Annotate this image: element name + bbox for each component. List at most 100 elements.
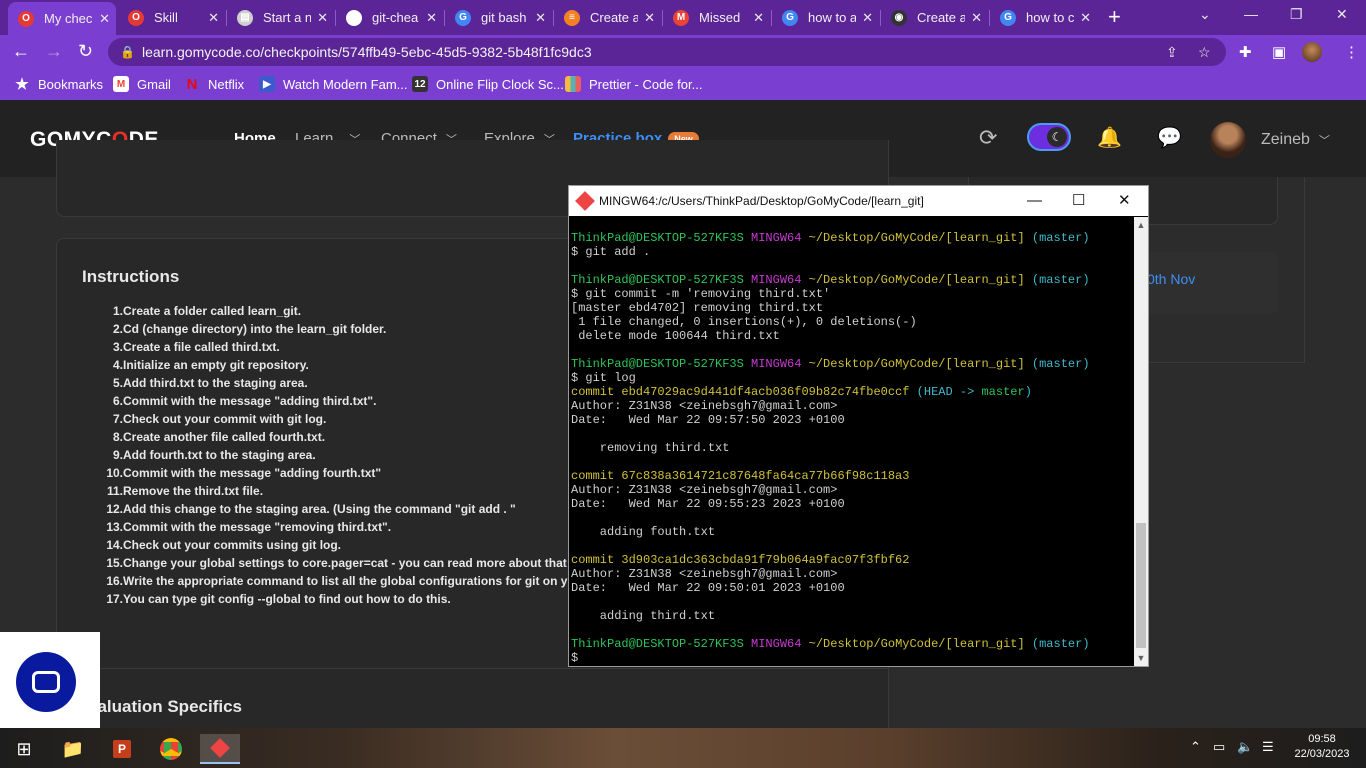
prompt-env: MINGW64	[751, 273, 802, 287]
support-chat-widget	[0, 632, 100, 728]
bookmark-gmail[interactable]: M Gmail	[113, 76, 171, 92]
scroll-up-icon[interactable]: ▲	[1136, 220, 1146, 230]
browser-tab[interactable]: ▤ Start a n ✕	[227, 4, 334, 31]
file-explorer-icon[interactable]: 📁	[53, 734, 93, 764]
bookmark-star-icon[interactable]: ☆	[1198, 38, 1211, 66]
chat-icon[interactable]: 💬	[1157, 125, 1182, 150]
prompt-branch: (master)	[1031, 273, 1090, 287]
bookmark-modern-family[interactable]: ▶ Watch Modern Fam...	[259, 76, 408, 92]
browser-tab[interactable]: ◍ git-chea ✕	[336, 4, 443, 31]
profile-avatar[interactable]	[1302, 42, 1322, 62]
close-tab-icon[interactable]: ✕	[317, 10, 328, 26]
terminal-line	[571, 595, 1133, 609]
close-tab-icon[interactable]: ✕	[1080, 10, 1091, 26]
tab-title: Skill	[154, 10, 178, 25]
terminal-text: 1 file changed, 0 insertions(+), 0 delet…	[571, 315, 917, 329]
browser-tab[interactable]: Ghow to c ✕	[990, 4, 1097, 31]
close-window-icon[interactable]: ✕	[1336, 6, 1348, 23]
instructions-list: 1. Create a folder called learn_git. 2. C…	[100, 304, 580, 610]
share-icon[interactable]: ⇪	[1166, 38, 1178, 66]
dark-mode-toggle[interactable]: ☾	[1027, 123, 1071, 151]
browser-tab[interactable]: Ggit bash ✕	[445, 4, 552, 31]
terminal-minimize-icon[interactable]: —	[1027, 186, 1042, 216]
browser-tab[interactable]: O Skill ✕	[118, 4, 225, 31]
tray-chevron-icon[interactable]: ⌃	[1190, 739, 1201, 755]
terminal-line: Author: Z31N38 <zeinebsgh7@gmail.com>	[571, 567, 1133, 581]
close-tab-icon[interactable]: ✕	[971, 10, 982, 26]
terminal-close-icon[interactable]: ✕	[1118, 186, 1131, 216]
bookmark-prettier[interactable]: Prettier - Code for...	[565, 76, 702, 92]
clock-icon: 12	[412, 76, 428, 92]
refresh-icon[interactable]: ⟳	[979, 125, 997, 151]
extensions-icon[interactable]: ✚	[1239, 43, 1252, 61]
tab-title: Missed	[699, 10, 741, 25]
terminal-line: adding fouth.txt	[571, 525, 1133, 539]
scrollbar-thumb[interactable]	[1136, 523, 1146, 648]
bookmark-bookmarks[interactable]: ★ Bookmarks	[14, 76, 103, 93]
terminal-maximize-icon[interactable]: ☐	[1072, 186, 1085, 216]
new-tab-button[interactable]: +	[1108, 4, 1121, 30]
restore-window-icon[interactable]: ❐	[1290, 6, 1303, 23]
browser-tab[interactable]: ≡ Create a ✕	[554, 4, 661, 31]
browser-tab[interactable]: M Missed ✕	[663, 4, 770, 31]
step-number: 17.	[106, 592, 123, 606]
bookmark-netflix[interactable]: N Netflix	[184, 76, 245, 93]
browser-tab[interactable]: Ghow to a ✕	[772, 4, 879, 31]
close-tab-icon[interactable]: ✕	[208, 10, 219, 26]
step-number: 10.	[106, 466, 123, 480]
powerpoint-icon[interactable]: P	[102, 734, 142, 764]
url-omnibox[interactable]: 🔒 learn.gomycode.co/checkpoints/574ffb49…	[108, 38, 1226, 66]
close-tab-icon[interactable]: ✕	[753, 10, 764, 26]
side-panel-icon[interactable]: ▣	[1272, 43, 1286, 61]
close-tab-icon[interactable]: ✕	[862, 10, 873, 26]
network-icon[interactable]: ▭	[1213, 739, 1225, 755]
git-bash-taskbar-icon[interactable]	[200, 734, 240, 764]
scroll-down-icon[interactable]: ▼	[1136, 653, 1146, 663]
forward-icon[interactable]: →	[45, 41, 63, 62]
terminal-scrollbar[interactable]: ▲ ▼	[1134, 217, 1148, 666]
terminal-title-bar[interactable]: MINGW64:/c/Users/ThinkPad/Desktop/GoMyCo…	[569, 186, 1148, 216]
volume-icon[interactable]: 🔈	[1237, 739, 1253, 755]
step-number: 8.	[112, 430, 123, 444]
date-link[interactable]: 0th Nov	[1147, 271, 1195, 287]
terminal-line: removing third.txt	[571, 441, 1133, 455]
reload-icon[interactable]: ↻	[78, 41, 93, 62]
prompt-branch: (master)	[1031, 637, 1090, 651]
windows-start-icon[interactable]: ⊞	[4, 734, 44, 764]
instruction-step: 11. Remove the third.txt file.	[100, 484, 580, 502]
close-tab-icon[interactable]: ✕	[644, 10, 655, 26]
prettier-icon	[565, 76, 581, 92]
chrome-icon[interactable]	[151, 734, 191, 764]
notification-icon[interactable]: ☰	[1262, 739, 1274, 755]
bookmark-label: Gmail	[137, 76, 171, 92]
instruction-step: 3. Create a file called third.txt.	[100, 340, 580, 358]
commit-author: Author: Z31N38 <zeinebsgh7@gmail.com>	[571, 567, 838, 581]
user-name[interactable]: Zeineb ﹀	[1261, 131, 1330, 149]
tab-search-icon[interactable]: ⌄	[1199, 6, 1211, 23]
close-tab-icon[interactable]: ✕	[535, 10, 546, 26]
bell-icon[interactable]: 🔔	[1097, 125, 1122, 150]
prompt-path: ~/Desktop/GoMyCode/[learn_git]	[808, 637, 1025, 651]
close-tab-icon[interactable]: ✕	[426, 10, 437, 26]
browser-tab[interactable]: O My chec ✕	[8, 2, 116, 35]
step-number: 16.	[106, 574, 123, 588]
chat-bubble-button[interactable]	[16, 652, 76, 712]
user-avatar[interactable]	[1210, 122, 1246, 158]
section-divider	[100, 668, 889, 669]
back-icon[interactable]: ←	[12, 41, 30, 62]
tab-title: how to c	[1026, 10, 1075, 25]
minimize-window-icon[interactable]: —	[1244, 6, 1258, 22]
taskbar-clock[interactable]: 09:58 22/03/2023	[1290, 732, 1354, 762]
git-bash-window: MINGW64:/c/Users/ThinkPad/Desktop/GoMyCo…	[568, 185, 1149, 667]
close-tab-icon[interactable]: ✕	[99, 11, 110, 27]
terminal-output[interactable]: ThinkPad@DESKTOP-527KF3S MINGW64 ~/Deskt…	[571, 231, 1133, 665]
menu-icon[interactable]: ⋮	[1344, 43, 1359, 61]
google-icon: G	[455, 9, 471, 26]
browser-tab[interactable]: ◉ Create a ✕	[881, 4, 988, 31]
bookmark-flip-clock[interactable]: 12 Online Flip Clock Sc...	[412, 76, 564, 92]
commit-message: adding fouth.txt	[571, 525, 716, 539]
